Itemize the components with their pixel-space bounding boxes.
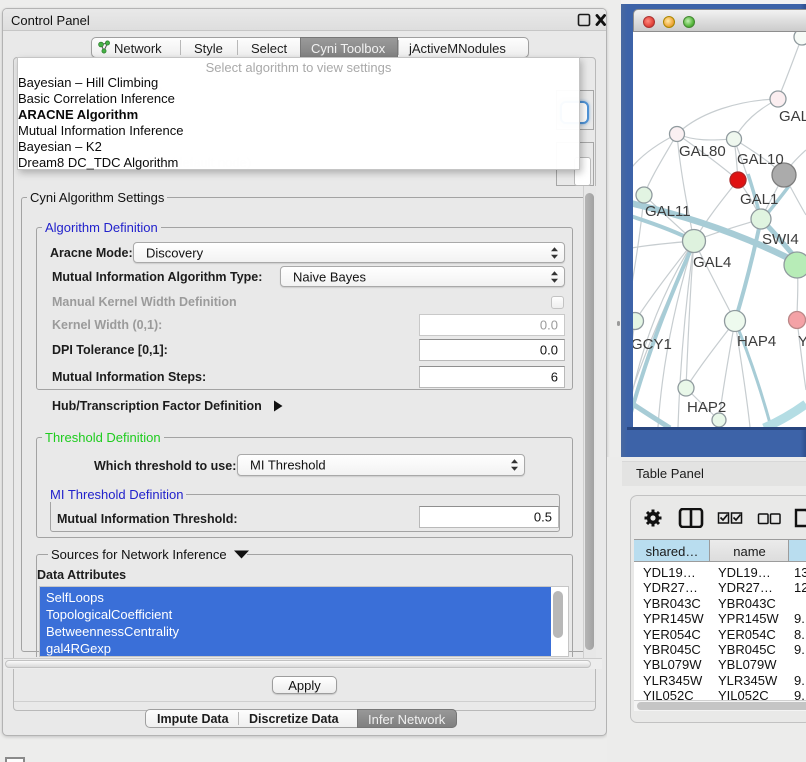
svg-text:GAL11: GAL11 (645, 203, 691, 220)
svg-text:GAL10: GAL10 (737, 151, 784, 168)
svg-text:GCY1: GCY1 (633, 336, 672, 353)
svg-text:GAL1: GAL1 (740, 191, 778, 208)
svg-text:YJL: YJL (798, 333, 806, 350)
svg-text:HAP4: HAP4 (737, 333, 776, 350)
svg-text:GAL4: GAL4 (693, 254, 731, 271)
svg-text:HAP2: HAP2 (687, 399, 726, 416)
svg-text:SWI4: SWI4 (762, 231, 799, 248)
svg-text:GAL2: GAL2 (779, 108, 806, 125)
svg-text:GAL80: GAL80 (679, 143, 726, 160)
